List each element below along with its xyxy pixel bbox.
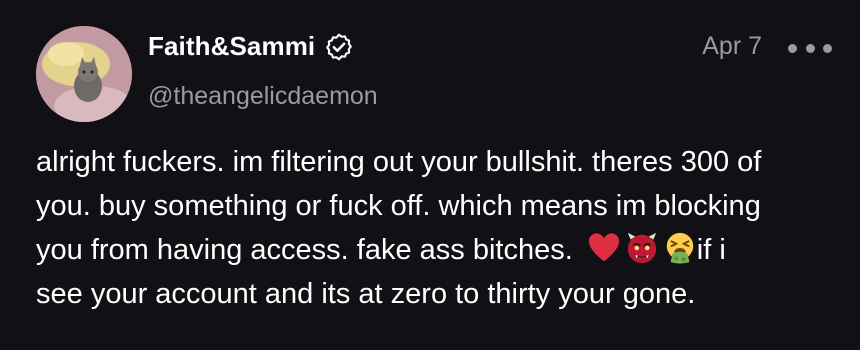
red-heart-icon <box>588 233 619 262</box>
post-body-line-tail: if i <box>696 234 726 266</box>
dot <box>823 43 832 53</box>
avatar[interactable] <box>36 26 132 122</box>
more-options-icon[interactable] <box>788 40 832 56</box>
post-body: alright fuckers. im filtering out your b… <box>36 140 836 316</box>
post-body-line: you from having access. fake ass bitches… <box>36 234 573 266</box>
vomiting-face-icon <box>666 232 693 264</box>
avatar-image <box>36 26 132 122</box>
post-card: Faith&Sammi @theangelicdaemon Apr 7 alri… <box>0 0 860 350</box>
dot <box>788 43 797 53</box>
post-body-line: you. buy something or fuck off. which me… <box>36 190 761 222</box>
post-body-line: see your account and its at zero to thir… <box>36 278 696 310</box>
post-date[interactable]: Apr 7 <box>702 32 762 61</box>
display-name[interactable]: Faith&Sammi <box>148 31 315 62</box>
post-body-line: alright fuckers. im filtering out your b… <box>36 146 762 178</box>
verified-badge-icon <box>326 33 353 60</box>
post-body-line-with-emoji: you from having access. fake ass bitches… <box>36 228 836 272</box>
ogre-mask-icon <box>627 232 656 264</box>
dot <box>805 43 815 53</box>
display-name-row[interactable]: Faith&Sammi <box>148 31 353 62</box>
user-handle[interactable]: @theangelicdaemon <box>148 82 378 111</box>
